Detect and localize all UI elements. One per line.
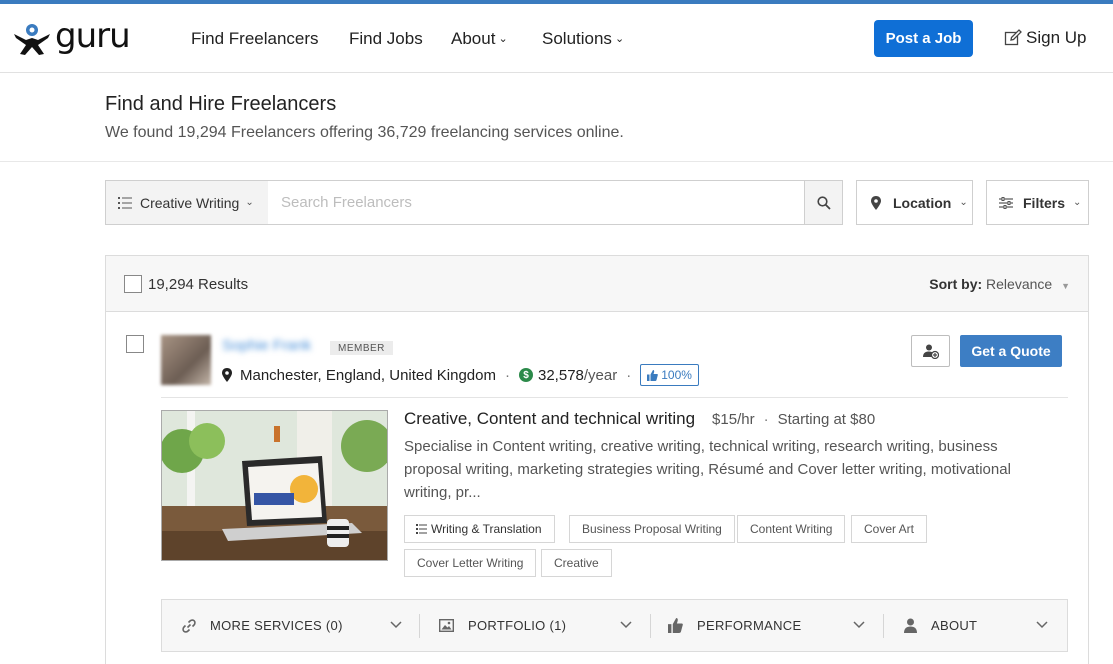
nav-about[interactable]: About ⌄ <box>451 29 508 49</box>
guru-logo[interactable]: guru <box>12 16 147 58</box>
about-toggle[interactable]: ABOUT <box>904 600 977 651</box>
freelancer-location: Manchester, England, United Kingdom <box>240 366 496 384</box>
logo-wordmark: guru <box>55 16 131 56</box>
performance-toggle[interactable]: PERFORMANCE <box>668 600 801 651</box>
chevron-down-icon <box>853 621 865 629</box>
nav-solutions[interactable]: Solutions ⌄ <box>542 29 624 49</box>
chevron-down-icon: ⌄ <box>245 197 254 208</box>
chevron-down-icon <box>620 621 632 629</box>
user-add-icon <box>922 344 939 359</box>
sign-up-label: Sign Up <box>1026 28 1087 47</box>
service-starting-price: Starting at $80 <box>777 410 876 428</box>
tag-skill[interactable]: Cover Letter Writing <box>404 549 537 577</box>
more-services-label: MORE SERVICES (0) <box>210 618 343 633</box>
results-count: 19,294 Results <box>148 276 249 293</box>
dollar-icon: $ <box>519 368 533 382</box>
divider <box>883 614 884 638</box>
divider <box>650 614 651 638</box>
invite-user-button[interactable] <box>911 335 950 367</box>
rating-value: 100% <box>661 368 692 382</box>
service-rate: $15/hr <box>712 410 755 428</box>
tag-skill[interactable]: Business Proposal Writing <box>569 515 735 543</box>
user-icon <box>904 618 917 633</box>
earnings-period: /year <box>583 366 618 384</box>
caret-down-icon: ▼ <box>1061 281 1070 291</box>
select-all-checkbox[interactable] <box>124 275 142 293</box>
map-pin-icon <box>222 368 232 382</box>
sort-dropdown[interactable]: Sort by: Relevance ▼ <box>929 276 1070 292</box>
service-title-row: Creative, Content and technical writing … <box>404 409 875 429</box>
tag-skill[interactable]: Creative <box>541 549 612 577</box>
service-thumbnail[interactable] <box>161 410 388 561</box>
chevron-down-icon: ⌄ <box>498 33 508 45</box>
page-subtitle: We found 19,294 Freelancers offering 36,… <box>105 124 624 141</box>
site-header: guru Find Freelancers Find Jobs About ⌄ S… <box>0 4 1113 73</box>
guru-person-icon <box>14 24 50 55</box>
nav-about-label: About <box>451 29 496 48</box>
separator-dot: · <box>505 366 510 384</box>
freelancer-name[interactable]: Sophie Frank <box>222 337 311 354</box>
rating-badge: 100% <box>640 364 699 386</box>
sliders-icon <box>999 196 1013 209</box>
tag-label: Writing & Translation <box>431 522 542 536</box>
category-select-value: Creative Writing <box>140 194 240 211</box>
laptop-desk-image <box>162 411 387 560</box>
avatar[interactable] <box>161 335 211 385</box>
get-quote-button[interactable]: Get a Quote <box>960 335 1062 367</box>
chevron-down-icon: ⌄ <box>959 197 968 208</box>
search-input[interactable] <box>268 180 805 225</box>
chevron-down-icon <box>390 621 402 629</box>
category-select[interactable]: Creative Writing ⌄ <box>105 180 269 225</box>
filters-label: Filters <box>1023 194 1066 211</box>
freelancer-sections-bar: MORE SERVICES (0) PORTFOLIO (1) PERFORMA… <box>161 599 1068 652</box>
divider <box>161 397 1068 398</box>
hero-section: Find and Hire Freelancers We found 19,29… <box>0 73 1113 162</box>
thumbs-up-icon <box>668 618 683 633</box>
sign-up-link[interactable]: Sign Up <box>1004 28 1086 48</box>
nav-find-freelancers[interactable]: Find Freelancers <box>191 29 319 49</box>
more-services-toggle[interactable]: MORE SERVICES (0) <box>182 600 343 651</box>
search-button[interactable] <box>804 180 843 225</box>
thumbs-up-icon <box>647 369 659 381</box>
tag-skill[interactable]: Content Writing <box>737 515 846 543</box>
portfolio-label: PORTFOLIO (1) <box>468 618 567 633</box>
member-badge: MEMBER <box>330 341 393 355</box>
search-icon <box>816 195 831 210</box>
freelancer-earnings: 32,578 <box>538 366 584 384</box>
results-header: 19,294 Results Sort by: Relevance ▼ <box>106 256 1088 312</box>
chevron-down-icon <box>1036 621 1048 629</box>
location-button[interactable]: Location ⌄ <box>856 180 973 225</box>
link-icon <box>182 618 196 633</box>
performance-label: PERFORMANCE <box>697 618 802 633</box>
portfolio-toggle[interactable]: PORTFOLIO (1) <box>439 600 566 651</box>
list-icon <box>416 524 427 534</box>
image-icon <box>439 619 454 632</box>
nav-solutions-label: Solutions <box>542 29 612 48</box>
freelancer-meta: Manchester, England, United Kingdom · $ … <box>222 364 699 386</box>
sort-label: Sort by: <box>929 276 983 292</box>
chevron-down-icon: ⌄ <box>1073 197 1082 208</box>
separator-dot: · <box>763 410 769 428</box>
freelancer-select-checkbox[interactable] <box>126 335 144 353</box>
page-title: Find and Hire Freelancers <box>105 93 337 115</box>
post-job-button[interactable]: Post a Job <box>874 20 973 57</box>
location-label: Location <box>893 194 952 211</box>
edit-icon <box>1004 29 1022 46</box>
list-icon <box>118 196 132 209</box>
chevron-down-icon: ⌄ <box>614 33 625 45</box>
map-pin-icon <box>871 195 881 210</box>
divider <box>419 614 420 638</box>
tag-skill[interactable]: Cover Art <box>851 515 928 543</box>
service-description: Specialise in Content writing, creative … <box>404 438 1011 501</box>
separator-dot: · <box>626 366 632 384</box>
service-title[interactable]: Creative, Content and technical writing <box>404 409 695 429</box>
about-label: ABOUT <box>931 618 978 633</box>
filters-button[interactable]: Filters ⌄ <box>986 180 1089 225</box>
nav-find-jobs[interactable]: Find Jobs <box>349 29 423 49</box>
sort-value: Relevance <box>986 276 1053 292</box>
tag-category[interactable]: Writing & Translation <box>404 515 555 543</box>
